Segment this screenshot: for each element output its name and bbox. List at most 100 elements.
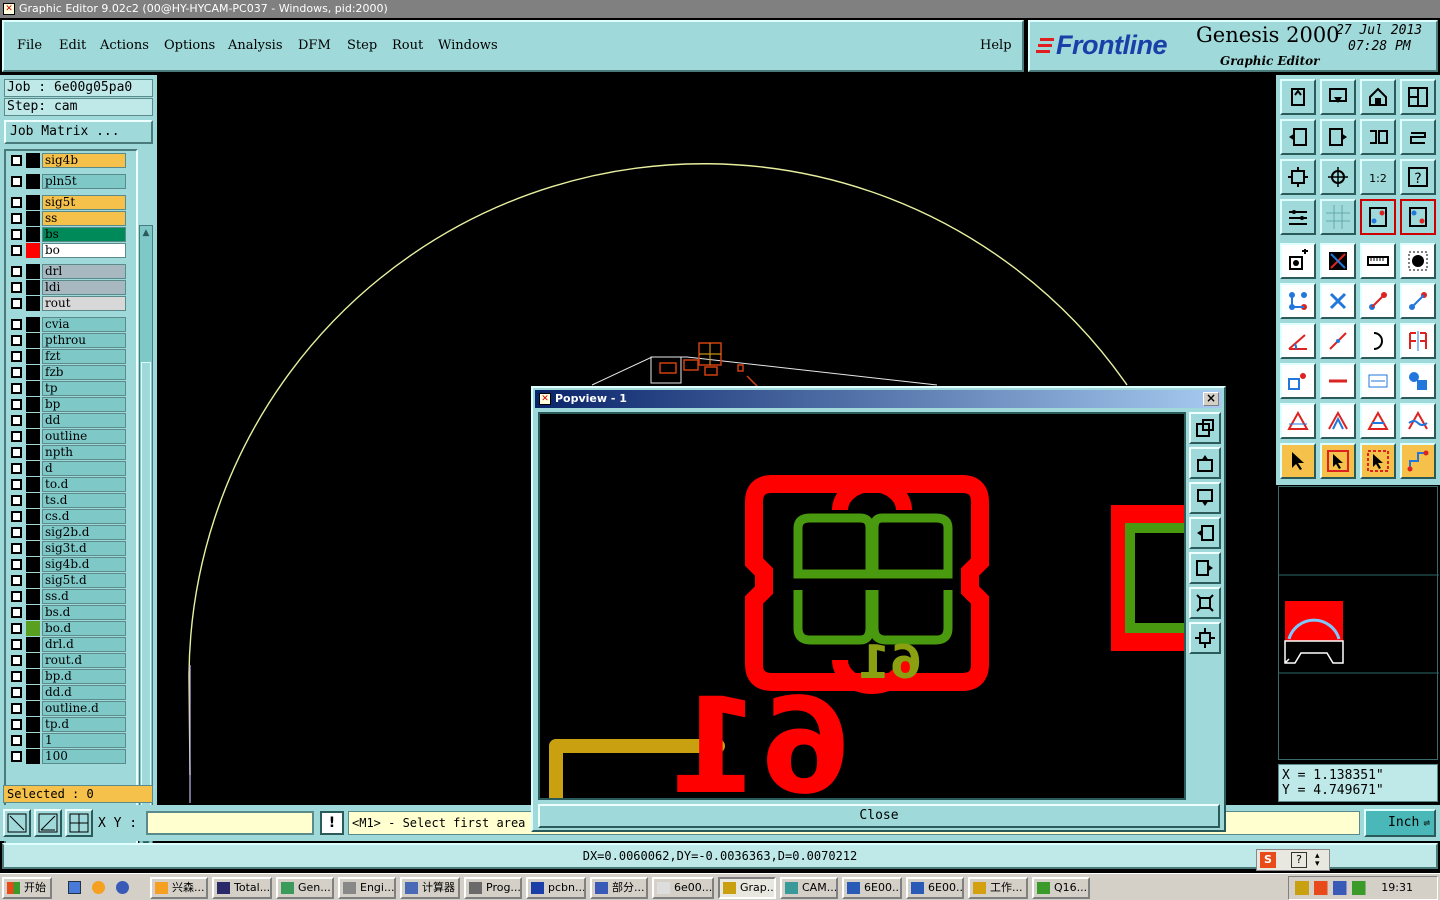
layer-color-swatch[interactable] bbox=[26, 264, 40, 279]
pad-add-button[interactable] bbox=[1280, 243, 1316, 279]
layer-checkbox[interactable] bbox=[11, 655, 22, 666]
layer-row[interactable]: ss bbox=[8, 211, 128, 226]
layer-name[interactable]: fzt bbox=[42, 349, 126, 364]
measure-mode-button[interactable] bbox=[34, 809, 62, 837]
layer-checkbox[interactable] bbox=[11, 431, 22, 442]
taskbar-item[interactable]: 兴森... bbox=[150, 877, 208, 899]
layer-name[interactable]: outline.d bbox=[42, 701, 126, 716]
layer-row[interactable]: ts.d bbox=[8, 493, 128, 508]
layer-row[interactable]: bo.d bbox=[8, 621, 128, 636]
layer-row[interactable]: bp bbox=[8, 397, 128, 412]
layer-name[interactable]: rout bbox=[42, 296, 126, 311]
browser-icon[interactable] bbox=[92, 881, 105, 894]
layer-name[interactable]: tp.d bbox=[42, 717, 126, 732]
layer-name[interactable]: 100 bbox=[42, 749, 126, 764]
layer-color-swatch[interactable] bbox=[26, 296, 40, 311]
layer-row[interactable]: fzt bbox=[8, 349, 128, 364]
popview-canvas[interactable]: 61 61 bbox=[538, 412, 1186, 800]
layer-color-swatch[interactable] bbox=[26, 429, 40, 444]
layer-checkbox[interactable] bbox=[11, 351, 22, 362]
layer-checkbox[interactable] bbox=[11, 282, 22, 293]
layer-color-swatch[interactable] bbox=[26, 749, 40, 764]
dimension-button[interactable] bbox=[1360, 363, 1396, 399]
layer-checkbox[interactable] bbox=[11, 197, 22, 208]
pan-right-button[interactable] bbox=[1320, 119, 1356, 155]
layer-color-swatch[interactable] bbox=[26, 605, 40, 620]
layer-color-swatch[interactable] bbox=[26, 227, 40, 242]
layer-name[interactable]: d bbox=[42, 461, 126, 476]
layer-row[interactable]: pln5t bbox=[8, 174, 128, 189]
menu-options[interactable]: Options bbox=[164, 38, 215, 53]
layer-name[interactable]: bp.d bbox=[42, 669, 126, 684]
zoom-home-button[interactable] bbox=[1280, 79, 1316, 115]
redraw-button[interactable] bbox=[1400, 119, 1436, 155]
layer-color-swatch[interactable] bbox=[26, 525, 40, 540]
angle-button[interactable] bbox=[1280, 323, 1316, 359]
triangle-button[interactable] bbox=[1280, 403, 1316, 439]
layer-color-swatch[interactable] bbox=[26, 685, 40, 700]
layer-name[interactable]: ldi bbox=[42, 280, 126, 295]
shapes-button[interactable] bbox=[1400, 363, 1436, 399]
layer-row[interactable]: dd bbox=[8, 413, 128, 428]
layer-name[interactable]: sig4b bbox=[42, 153, 126, 168]
layer-checkbox[interactable] bbox=[11, 735, 22, 746]
layer-checkbox[interactable] bbox=[11, 719, 22, 730]
scroll-thumb[interactable] bbox=[141, 362, 151, 832]
layer-row[interactable]: d bbox=[8, 461, 128, 476]
help-tool-button[interactable]: ? bbox=[1400, 159, 1436, 195]
alert-button[interactable]: ! bbox=[320, 811, 344, 835]
layer-name[interactable]: sig4b.d bbox=[42, 557, 126, 572]
triangle-outline-button[interactable] bbox=[1320, 403, 1356, 439]
layer-row[interactable]: npth bbox=[8, 445, 128, 460]
select-box-button[interactable] bbox=[1320, 443, 1356, 479]
layer-name[interactable]: bs.d bbox=[42, 605, 126, 620]
layer-checkbox[interactable] bbox=[11, 591, 22, 602]
taskbar-item[interactable]: 工作... bbox=[968, 877, 1028, 899]
connect-button[interactable] bbox=[1280, 283, 1316, 319]
layer-color-swatch[interactable] bbox=[26, 243, 40, 258]
horizontal-line-button[interactable] bbox=[1320, 363, 1356, 399]
layer-name[interactable]: to.d bbox=[42, 477, 126, 492]
layer-name[interactable]: bo bbox=[42, 243, 126, 258]
layer-name[interactable]: ts.d bbox=[42, 493, 126, 508]
layer-row[interactable]: drl.d bbox=[8, 637, 128, 652]
layer-row[interactable]: tp.d bbox=[8, 717, 128, 732]
layer-name[interactable]: npth bbox=[42, 445, 126, 460]
layer-color-swatch[interactable] bbox=[26, 509, 40, 524]
layer-color-swatch[interactable] bbox=[26, 211, 40, 226]
taskbar-item[interactable]: Engi... bbox=[338, 877, 396, 899]
taskbar-item[interactable]: 6E00... bbox=[906, 877, 964, 899]
layer-name[interactable]: fzb bbox=[42, 365, 126, 380]
layer-name[interactable]: bo.d bbox=[42, 621, 126, 636]
layer-color-swatch[interactable] bbox=[26, 477, 40, 492]
layer-row[interactable]: cs.d bbox=[8, 509, 128, 524]
layer-name[interactable]: ss.d bbox=[42, 589, 126, 604]
settings-button[interactable] bbox=[1280, 199, 1316, 235]
layer-row[interactable]: bp.d bbox=[8, 669, 128, 684]
split-view-button[interactable] bbox=[1400, 79, 1436, 115]
layer-checkbox[interactable] bbox=[11, 639, 22, 650]
layer-row[interactable]: 1 bbox=[8, 733, 128, 748]
popview-titlebar[interactable]: ✕ Popview - 1 × bbox=[535, 390, 1222, 408]
layer-checkbox[interactable] bbox=[11, 229, 22, 240]
layer-name[interactable]: dd bbox=[42, 413, 126, 428]
taskbar-item[interactable]: pcbn... bbox=[526, 877, 586, 899]
layer-checkbox[interactable] bbox=[11, 607, 22, 618]
layer-row[interactable]: fzb bbox=[8, 365, 128, 380]
layer-checkbox[interactable] bbox=[11, 447, 22, 458]
layer-name[interactable]: 1 bbox=[42, 733, 126, 748]
layer-color-swatch[interactable] bbox=[26, 461, 40, 476]
layer-color-swatch[interactable] bbox=[26, 589, 40, 604]
overview-map[interactable] bbox=[1278, 486, 1439, 760]
layer-row[interactable]: tp bbox=[8, 381, 128, 396]
layer-checkbox[interactable] bbox=[11, 495, 22, 506]
layer-name[interactable]: sig5t bbox=[42, 195, 126, 210]
popview-close-icon[interactable]: × bbox=[1203, 392, 1219, 406]
taskbar-item[interactable]: 6E00... bbox=[842, 877, 902, 899]
layer-color-swatch[interactable] bbox=[26, 541, 40, 556]
layer-color-swatch[interactable] bbox=[26, 733, 40, 748]
taskbar-item[interactable]: Q16... bbox=[1032, 877, 1090, 899]
menu-help[interactable]: Help bbox=[980, 38, 1012, 53]
pan-down-button[interactable] bbox=[1320, 79, 1356, 115]
select-net-button[interactable] bbox=[1400, 443, 1436, 479]
